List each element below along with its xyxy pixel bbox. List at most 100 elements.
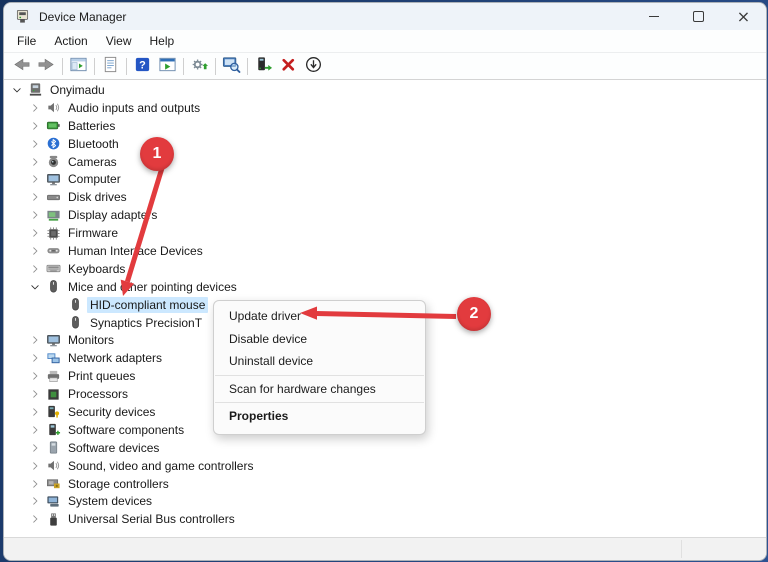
tree-item-bluetooth[interactable]: Bluetooth — [4, 135, 766, 153]
scan-hardware-changes-button[interactable] — [219, 55, 244, 77]
tree-item-firmware[interactable]: Firmware — [4, 224, 766, 242]
menu-help[interactable]: Help — [141, 34, 184, 48]
context-menu-separator — [215, 374, 424, 376]
context-menu-item-properties[interactable]: Properties — [214, 405, 425, 428]
tree-item-onyimadu[interactable]: Onyimadu — [4, 81, 766, 99]
tree-item-label: Display adapters — [68, 208, 158, 223]
tree-item-label: Network adapters — [68, 351, 163, 366]
tree-item-batteries[interactable]: Batteries — [4, 117, 766, 135]
disk-icon — [45, 190, 61, 205]
step-1-badge: 1 — [140, 137, 174, 171]
chevron-right-icon[interactable] — [28, 333, 42, 347]
chip-icon — [45, 226, 61, 241]
chevron-right-icon[interactable] — [28, 459, 42, 473]
close-button[interactable]: × — [721, 3, 766, 30]
storage-icon — [45, 476, 61, 491]
maximize-button[interactable] — [676, 3, 721, 30]
battery-icon — [45, 118, 61, 133]
software-device-icon — [45, 440, 61, 455]
tree-item-label: Sound, video and game controllers — [68, 458, 254, 473]
tree-item-label: Firmware — [68, 226, 118, 241]
chevron-right-icon[interactable] — [28, 244, 42, 258]
context-menu-item-uninstall-device[interactable]: Uninstall device — [214, 350, 425, 373]
tree-item-keyboards[interactable]: Keyboards — [4, 260, 766, 278]
chevron-down-icon[interactable] — [10, 83, 24, 97]
system-icon — [45, 494, 61, 509]
forward-icon — [37, 55, 56, 77]
chevron-right-icon[interactable] — [28, 369, 42, 383]
chevron-right-icon[interactable] — [28, 387, 42, 401]
tree-item-label: HID-compliant mouse — [87, 296, 209, 313]
tree-item-disk-drives[interactable]: Disk drives — [4, 188, 766, 206]
chevron-right-icon[interactable] — [28, 441, 42, 455]
properties-button[interactable] — [98, 55, 123, 77]
chevron-right-icon[interactable] — [28, 119, 42, 133]
add-drivers-button[interactable] — [187, 55, 212, 77]
disable-device-button[interactable] — [301, 55, 326, 77]
desktop-background: Device Manager × File Action View Help ? On… — [0, 0, 768, 562]
chevron-right-icon[interactable] — [28, 405, 42, 419]
tree-item-display-adapters[interactable]: Display adapters — [4, 206, 766, 224]
toolbar-separator — [126, 57, 127, 75]
update-driver-button[interactable] — [251, 55, 276, 77]
back-button[interactable] — [9, 55, 34, 77]
chevron-right-icon[interactable] — [28, 137, 42, 151]
menu-file[interactable]: File — [8, 34, 45, 48]
bluetooth-icon — [45, 136, 61, 151]
maximize-icon — [693, 11, 704, 22]
camera-icon — [45, 154, 61, 169]
tree-item-label: Onyimadu — [50, 82, 105, 97]
printer-icon — [45, 369, 61, 384]
show-console-tree-button[interactable] — [66, 55, 91, 77]
tree-item-software-devices[interactable]: Software devices — [4, 439, 766, 457]
chevron-right-icon[interactable] — [28, 494, 42, 508]
tree-item-label: System devices — [68, 494, 153, 509]
context-menu-separator — [215, 402, 424, 403]
show-console-tree-icon — [69, 55, 88, 77]
tree-item-label: Processors — [68, 387, 129, 402]
keyboard-icon — [45, 261, 61, 276]
minimize-button[interactable] — [631, 3, 676, 30]
tool-bar: ? — [4, 53, 766, 80]
tree-item-cameras[interactable]: Cameras — [4, 153, 766, 171]
chevron-right-icon[interactable] — [28, 512, 42, 526]
disable-device-icon — [304, 55, 323, 77]
chevron-right-icon[interactable] — [28, 190, 42, 204]
export-list-button[interactable] — [155, 55, 180, 77]
context-menu-item-update-driver[interactable]: Update driver — [214, 305, 425, 328]
chevron-right-icon[interactable] — [28, 477, 42, 491]
tree-item-sound-video-and-game-controllers[interactable]: Sound, video and game controllers — [4, 457, 766, 475]
tree-item-mice-and-other-pointing-devices[interactable]: Mice and other pointing devices — [4, 278, 766, 296]
title-bar[interactable]: Device Manager × — [4, 3, 766, 30]
forward-button[interactable] — [34, 55, 59, 77]
chevron-right-icon[interactable] — [28, 208, 42, 222]
menu-view[interactable]: View — [97, 34, 141, 48]
chevron-right-icon[interactable] — [28, 155, 42, 169]
tree-item-label: Cameras — [68, 154, 117, 169]
chevron-down-icon[interactable] — [28, 280, 42, 294]
tree-item-universal-serial-bus-controllers[interactable]: Universal Serial Bus controllers — [4, 510, 766, 528]
tree-item-label: Software components — [68, 422, 185, 437]
speaker-icon — [45, 458, 61, 473]
chevron-right-icon[interactable] — [28, 226, 42, 240]
tree-item-storage-controllers[interactable]: Storage controllers — [4, 475, 766, 493]
menu-action[interactable]: Action — [45, 34, 96, 48]
context-menu-item-scan-for-hardware-changes[interactable]: Scan for hardware changes — [214, 378, 425, 401]
back-icon — [12, 55, 31, 77]
tree-item-audio-inputs-and-outputs[interactable]: Audio inputs and outputs — [4, 99, 766, 117]
tree-item-label: Synaptics PrecisionT — [90, 315, 203, 330]
tree-item-system-devices[interactable]: System devices — [4, 492, 766, 510]
chevron-right-icon[interactable] — [28, 101, 42, 115]
chevron-right-icon[interactable] — [28, 351, 42, 365]
tree-item-computer[interactable]: Computer — [4, 170, 766, 188]
toolbar-separator — [215, 57, 216, 75]
chevron-right-icon[interactable] — [28, 262, 42, 276]
device-manager-app-icon — [15, 9, 31, 25]
help-button[interactable]: ? — [130, 55, 155, 77]
uninstall-device-button[interactable] — [276, 55, 301, 77]
status-bar — [4, 537, 766, 560]
chevron-right-icon[interactable] — [28, 172, 42, 186]
context-menu-item-disable-device[interactable]: Disable device — [214, 328, 425, 351]
tree-item-human-interface-devices[interactable]: Human Interface Devices — [4, 242, 766, 260]
chevron-right-icon[interactable] — [28, 423, 42, 437]
